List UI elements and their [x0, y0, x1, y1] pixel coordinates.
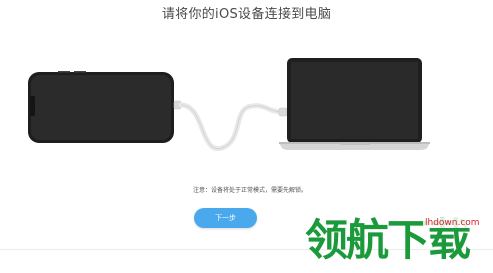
watermark-logo: 领航下载 lhdown.com	[305, 210, 493, 273]
laptop-icon	[279, 58, 430, 150]
next-button[interactable]: 下一步	[194, 208, 257, 228]
iphone-icon	[28, 71, 174, 143]
notice-text: 注意：设备将处于正常模式，需要先解锁。	[192, 187, 307, 194]
usb-cable-icon	[173, 100, 288, 151]
watermark-site: lhdown.com	[423, 218, 482, 228]
